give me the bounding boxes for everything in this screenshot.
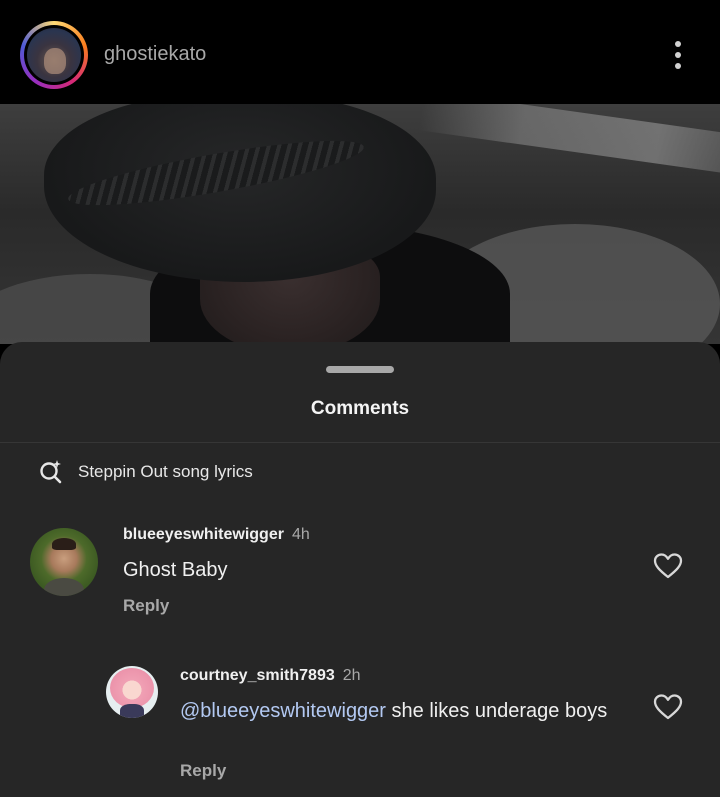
mention-link[interactable]: @blueeyeswhitewigger	[180, 700, 386, 722]
like-heart-icon[interactable]	[653, 552, 683, 580]
avatar[interactable]	[106, 666, 158, 718]
search-suggestion[interactable]: Steppin Out song lyrics	[38, 457, 253, 487]
comment-time: 2h	[342, 667, 361, 684]
avatar[interactable]	[30, 528, 98, 596]
photo-street-marking	[418, 104, 720, 178]
reply-button[interactable]: Reply	[123, 596, 169, 616]
search-suggestion-text: Steppin Out song lyrics	[78, 462, 253, 481]
comment-username[interactable]: courtney_smith7893 2h	[180, 667, 361, 685]
comment-text: @blueeyeswhitewigger she likes underage …	[180, 700, 608, 722]
comments-sheet: Comments Steppin Out song lyrics blueeye…	[0, 342, 720, 797]
more-options-icon[interactable]	[666, 38, 690, 72]
like-heart-icon[interactable]	[653, 693, 683, 721]
drag-handle[interactable]	[326, 366, 394, 373]
profile-picture	[27, 28, 81, 82]
story-avatar[interactable]	[20, 21, 88, 89]
comment-username[interactable]: blueeyeswhitewigger 4h	[123, 526, 310, 544]
post-photo[interactable]	[0, 104, 720, 344]
divider	[0, 442, 720, 443]
post-header: ghostiekato	[0, 0, 720, 104]
post-username[interactable]: ghostiekato	[104, 43, 206, 66]
search-sparkle-icon	[40, 460, 62, 484]
comment-text: Ghost Baby	[123, 559, 228, 581]
comment-time: 4h	[291, 526, 310, 543]
reply-button[interactable]: Reply	[180, 761, 226, 781]
sheet-title: Comments	[310, 398, 410, 419]
